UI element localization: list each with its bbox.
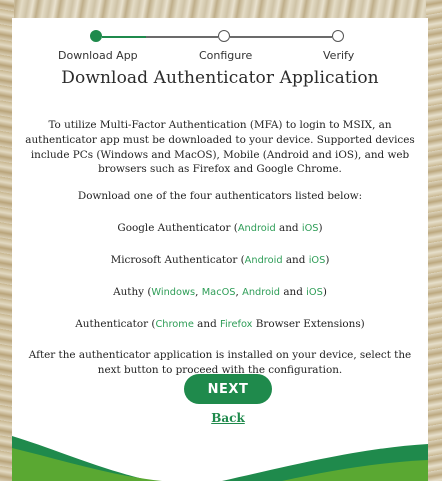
paren-close: ): [318, 221, 323, 234]
download-link-android[interactable]: Android: [245, 255, 283, 266]
link-separator: ,: [195, 285, 202, 298]
step-label-configure: Configure: [199, 49, 253, 62]
page-title: Download Authenticator Application: [61, 68, 379, 88]
download-link-ios[interactable]: iOS: [309, 255, 326, 266]
link-separator: and: [282, 253, 309, 266]
mfa-setup-card: Download App Configure Verify Download A…: [12, 18, 428, 481]
paren-close: ): [325, 253, 330, 266]
download-link-windows[interactable]: Windows: [151, 287, 195, 298]
paren-close: Browser Extensions): [252, 317, 365, 330]
step-label-download-app: Download App: [58, 49, 138, 62]
download-link-android[interactable]: Android: [242, 287, 280, 298]
authenticator-item: Authenticator (Chrome and Firefox Browse…: [18, 317, 422, 332]
authenticator-name: Authy: [113, 285, 145, 298]
instructions: To utilize Multi-Factor Authentication (…: [18, 118, 422, 378]
link-separator: and: [275, 221, 302, 234]
stepper-line-1: [146, 36, 218, 38]
download-link-chrome[interactable]: Chrome: [155, 319, 193, 330]
step-dot-configure: [218, 30, 230, 42]
background-texture-right: [426, 0, 442, 481]
stepper-line-1-progress: [102, 36, 146, 38]
step-label-verify: Verify: [323, 49, 355, 62]
intro-text: To utilize Multi-Factor Authentication (…: [25, 119, 415, 176]
step-dot-download-app: [90, 30, 102, 42]
progress-stepper: Download App Configure Verify: [12, 30, 428, 70]
authenticator-list: Google Authenticator (Android and iOS) Mi…: [18, 221, 422, 332]
download-link-ios[interactable]: iOS: [306, 287, 323, 298]
authenticator-item: Microsoft Authenticator (Android and iOS…: [18, 253, 422, 268]
authenticator-name: Authenticator: [75, 317, 149, 330]
stepper-line-2: [230, 36, 332, 38]
download-link-android[interactable]: Android: [238, 223, 276, 234]
download-link-ios[interactable]: iOS: [302, 223, 319, 234]
list-heading: Download one of the four authenticators …: [77, 190, 363, 203]
authenticator-name: Microsoft Authenticator: [110, 253, 238, 266]
decorative-waves: [12, 436, 428, 481]
paren-open: (: [230, 221, 238, 234]
download-link-macos[interactable]: MacOS: [202, 287, 236, 298]
paren-close: ): [322, 285, 327, 298]
link-separator: and: [280, 285, 307, 298]
authenticator-name: Google Authenticator: [117, 221, 231, 234]
link-separator: and: [193, 317, 221, 330]
step-dot-verify: [332, 30, 344, 42]
download-link-firefox[interactable]: Firefox: [220, 319, 252, 330]
authenticator-item: Google Authenticator (Android and iOS): [18, 221, 422, 236]
authenticator-item: Authy (Windows, MacOS, Android and iOS): [18, 285, 422, 300]
paren-open: (: [237, 253, 245, 266]
next-button[interactable]: NEXT: [184, 374, 272, 404]
